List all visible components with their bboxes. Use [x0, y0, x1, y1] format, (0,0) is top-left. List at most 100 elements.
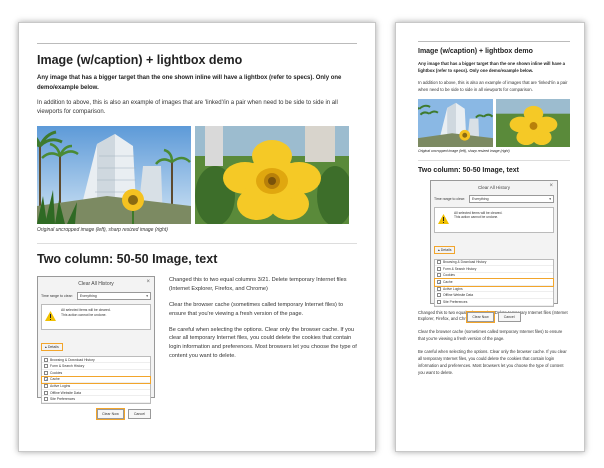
column-paragraph-3: Be careful when selecting the options. C…: [169, 326, 357, 360]
warning-box: All selected items will be cleared. This…: [434, 206, 554, 233]
time-range-select[interactable]: Everything ▾: [76, 291, 151, 300]
page-title: Image (w/caption) + lightbox demo: [418, 48, 533, 55]
section-divider: [418, 159, 570, 161]
clear-now-button[interactable]: Clear Now: [466, 310, 495, 323]
history-item-label: Form & Search History: [50, 364, 85, 369]
warning-icon: [438, 211, 449, 229]
history-item[interactable]: Form & Search History: [435, 266, 553, 273]
chevron-up-icon: ▴: [45, 344, 47, 349]
resized-flower-photo[interactable]: [495, 98, 570, 147]
history-item-checkbox[interactable]: ✓: [437, 280, 441, 285]
uncropped-street-photo[interactable]: [418, 98, 493, 147]
intro-paragraph: In addition to above, this is also an ex…: [37, 100, 338, 116]
time-range-select[interactable]: Everything ▾: [469, 194, 554, 203]
history-item[interactable]: Offline Website Data: [42, 390, 150, 397]
history-item-checkbox[interactable]: [437, 266, 441, 271]
history-item[interactable]: Active Logins: [435, 286, 553, 293]
history-item-label: Active Logins: [443, 286, 463, 291]
history-item-label: Offline Website Data: [443, 293, 474, 298]
details-toggle[interactable]: ▴ Details: [434, 245, 456, 254]
history-item-label: Browsing & Download History: [50, 357, 95, 362]
history-item-label: Cookies: [443, 273, 455, 278]
warning-line-2: This action cannot be undone.: [61, 312, 107, 317]
chevron-down-icon: ▾: [549, 196, 551, 201]
column-text: Changed this to two equal columns 3/21. …: [169, 276, 357, 398]
close-icon[interactable]: ×: [549, 183, 553, 189]
dialog-title: Clear All History: [78, 280, 114, 287]
image-pair: [37, 125, 357, 224]
time-range-value: Everything: [79, 293, 97, 298]
column-paragraph-1: Changed this to two equal columns 3/21. …: [169, 276, 347, 292]
history-item[interactable]: ✓ Cache: [41, 375, 151, 385]
column-paragraph-2: Clear the browser cache (sometimes calle…: [169, 301, 344, 317]
history-item[interactable]: Active Logins: [42, 383, 150, 390]
history-item-label: Form & Search History: [443, 266, 477, 271]
time-range-value: Everything: [472, 196, 489, 201]
history-item-checkbox[interactable]: [44, 370, 48, 375]
warning-line-2: This action cannot be undone.: [454, 215, 499, 220]
history-item-checkbox[interactable]: [44, 357, 48, 362]
details-label: Details: [440, 247, 452, 252]
image-pair: [418, 98, 570, 147]
history-item-label: Site Preferences: [443, 299, 468, 304]
lead-paragraph: Any image that has a bigger target than …: [37, 75, 342, 91]
clear-now-button[interactable]: Clear Now: [96, 407, 125, 420]
page-title: Image (w/caption) + lightbox demo: [37, 53, 243, 67]
uncropped-street-photo[interactable]: [37, 125, 191, 224]
warning-icon: [45, 308, 56, 326]
history-item-label: Cache: [50, 377, 60, 382]
history-item[interactable]: Cookies: [435, 273, 553, 280]
close-icon[interactable]: ×: [146, 279, 150, 285]
clear-history-dialog: Clear All History × Time range to clear:…: [37, 275, 155, 420]
two-column-section: Clear All History × Time range to clear:…: [37, 275, 357, 420]
section-title: Two column: 50-50 Image, text: [418, 166, 520, 174]
mobile-preview-page: Image (w/caption) + lightbox demo Any im…: [395, 22, 585, 452]
history-item-label: Active Logins: [50, 383, 71, 388]
history-item-checkbox[interactable]: [437, 286, 441, 291]
clear-history-dialog: Clear All History × Time range to clear:…: [430, 179, 558, 323]
history-item-list: Browsing & Download History Form & Search…: [41, 355, 151, 404]
chevron-down-icon: ▾: [146, 293, 148, 298]
intro-paragraph: In addition to above, this is also an ex…: [418, 79, 568, 92]
history-item-checkbox[interactable]: ✓: [44, 377, 48, 382]
history-item-checkbox[interactable]: [44, 397, 48, 402]
history-item-checkbox[interactable]: [437, 293, 441, 298]
image-caption: Original uncropped image (left), sharp r…: [37, 226, 168, 233]
history-item-checkbox[interactable]: [44, 383, 48, 388]
history-item-label: Browsing & Download History: [443, 260, 487, 265]
history-item-label: Cache: [443, 280, 453, 285]
history-item-label: Cookies: [50, 370, 63, 375]
desktop-content: Image (w/caption) + lightbox demo Any im…: [37, 43, 357, 451]
dialog-title: Clear All History: [477, 184, 510, 190]
image-caption: Original uncropped image (left), sharp r…: [418, 148, 510, 153]
history-item-label: Site Preferences: [50, 397, 76, 402]
cancel-button[interactable]: Cancel: [497, 311, 521, 322]
history-item[interactable]: ✓ Cache: [434, 278, 554, 287]
cancel-button[interactable]: Cancel: [127, 408, 151, 419]
time-range-label: Time range to clear:: [434, 196, 465, 201]
column-paragraph-3: Be careful when selecting the options. C…: [418, 349, 567, 375]
section-divider: [37, 242, 357, 244]
history-item-label: Offline Website Data: [50, 390, 81, 395]
history-item[interactable]: Site Preferences: [435, 299, 553, 306]
details-toggle[interactable]: ▴ Details: [41, 342, 63, 351]
history-item[interactable]: Browsing & Download History: [435, 260, 553, 267]
column-paragraph-2: Clear the browser cache (sometimes calle…: [418, 329, 563, 342]
history-item[interactable]: Site Preferences: [42, 396, 150, 403]
history-item[interactable]: Offline Website Data: [435, 292, 553, 300]
mobile-content: Image (w/caption) + lightbox demo Any im…: [418, 41, 570, 451]
details-label: Details: [47, 344, 59, 349]
history-item[interactable]: Browsing & Download History: [42, 357, 150, 364]
history-item-checkbox[interactable]: [44, 364, 48, 369]
history-item-checkbox[interactable]: [44, 390, 48, 395]
desktop-preview-page: Image (w/caption) + lightbox demo Any im…: [18, 22, 376, 452]
chevron-up-icon: ▴: [438, 247, 440, 252]
history-item-checkbox[interactable]: [437, 273, 441, 278]
history-item[interactable]: Form & Search History: [42, 363, 150, 370]
lead-paragraph: Any image that has a bigger target than …: [418, 61, 566, 73]
history-item-checkbox[interactable]: [437, 299, 441, 304]
history-item[interactable]: Cookies: [42, 370, 150, 377]
resized-flower-photo[interactable]: [195, 125, 349, 224]
history-item-list: Browsing & Download History Form & Search…: [434, 258, 554, 307]
history-item-checkbox[interactable]: [437, 260, 441, 265]
